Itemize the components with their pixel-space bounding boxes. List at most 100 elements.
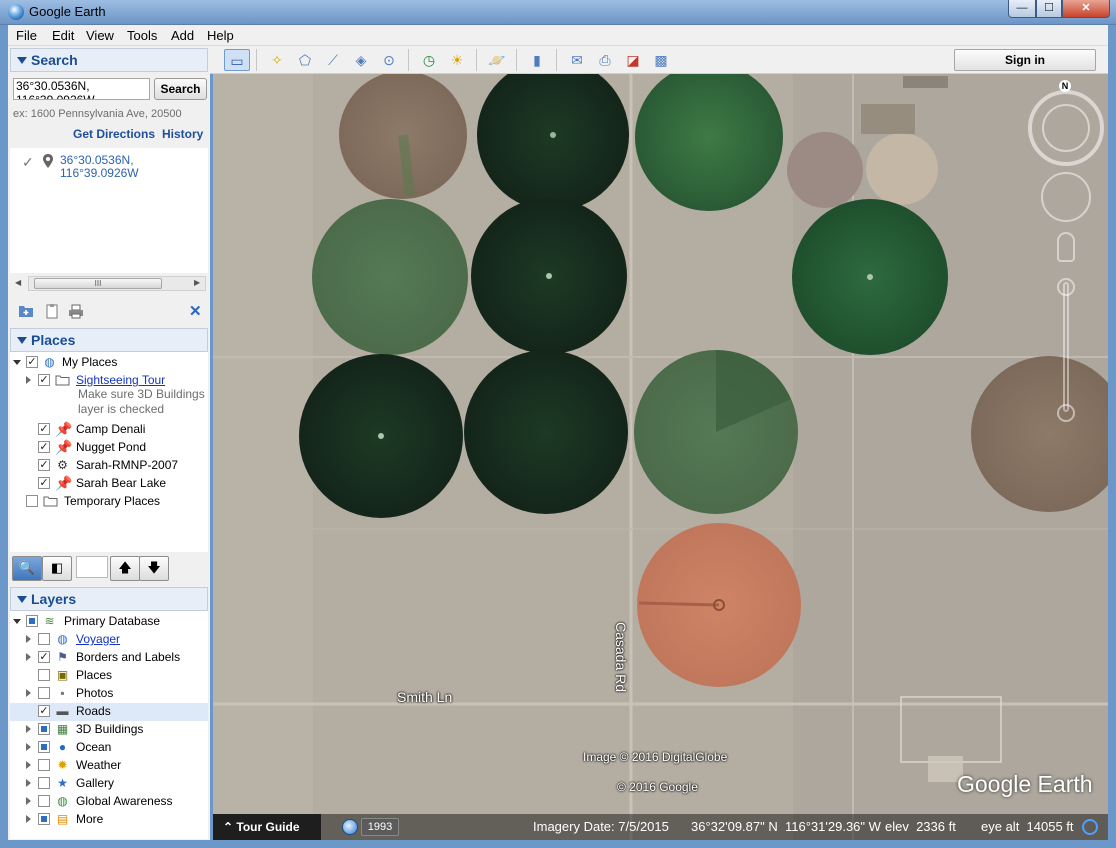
sightseeing-checkbox[interactable]: ✓ [38, 374, 50, 386]
history-link[interactable]: History [162, 127, 203, 141]
layer-item-primary-database[interactable]: ≋ Primary Database [10, 613, 208, 631]
move-joystick[interactable] [1041, 172, 1091, 222]
layer-item-borders[interactable]: ✓ ⚑ Borders and Labels [10, 649, 208, 667]
clear-search-close-icon[interactable]: ✕ [189, 302, 202, 320]
layer-item-more[interactable]: ▤ More [10, 811, 208, 829]
scroll-right-arrow-icon[interactable]: ▶ [194, 278, 200, 287]
layer-item-photos[interactable]: ▪ Photos [10, 685, 208, 703]
menu-view[interactable]: View [86, 28, 114, 43]
historical-imagery-clock-icon[interactable] [342, 819, 358, 835]
expand-arrow-icon[interactable] [26, 689, 31, 697]
sign-in-button[interactable]: Sign in [954, 49, 1096, 71]
expand-arrow-icon[interactable] [26, 797, 31, 805]
expand-arrow-icon[interactable] [26, 653, 31, 661]
layer-item-gallery[interactable]: ★ Gallery [10, 775, 208, 793]
zoom-slider[interactable] [1063, 282, 1069, 412]
more-checkbox[interactable] [38, 813, 50, 825]
results-horizontal-scrollbar[interactable]: ◀ III ▶ [15, 276, 206, 291]
layer-item-roads[interactable]: ✓ ▬ Roads [10, 703, 208, 721]
voyager-checkbox[interactable] [38, 633, 50, 645]
scrollbar-thumb[interactable]: III [34, 278, 162, 289]
gallery-checkbox[interactable] [38, 777, 50, 789]
move-down-button[interactable]: 🡇 [139, 556, 169, 581]
expand-arrow-icon[interactable] [26, 761, 31, 769]
global-awareness-checkbox[interactable] [38, 795, 50, 807]
places-layer-checkbox[interactable] [38, 669, 50, 681]
print-icon[interactable] [68, 303, 84, 319]
tree-item-nugget-pond[interactable]: ✓ 📌 Nugget Pond [10, 439, 208, 457]
copy-clipboard-icon[interactable] [44, 303, 60, 319]
move-up-button[interactable]: 🡅 [110, 556, 140, 581]
look-joystick[interactable] [1042, 104, 1090, 152]
my-places-checkbox[interactable]: ✓ [26, 356, 38, 368]
hide-sidebar-button[interactable]: ▭ [224, 49, 250, 71]
tour-guide-button[interactable]: ⌃ Tour Guide [213, 814, 321, 840]
places-panel-header[interactable]: Places [10, 328, 208, 352]
historical-imagery-button[interactable]: ◷ [416, 49, 442, 71]
menu-help[interactable]: Help [207, 28, 234, 43]
view-in-maps-button[interactable]: ◪ [620, 49, 646, 71]
search-result-link[interactable]: 36°30.0536N, 116°39.0926W [60, 154, 139, 180]
zoom-in-icon[interactable] [1057, 278, 1075, 296]
sarah-bear-lake-checkbox[interactable]: ✓ [38, 477, 50, 489]
roads-checkbox[interactable]: ✓ [38, 705, 50, 717]
search-panel-header[interactable]: Search [10, 48, 208, 72]
layer-item-weather[interactable]: ✹ Weather [10, 757, 208, 775]
close-window-button[interactable]: ✕ [1062, 0, 1110, 18]
menu-edit[interactable]: Edit [52, 28, 74, 43]
satellite-imagery[interactable] [213, 74, 1108, 840]
get-directions-link[interactable]: Get Directions [73, 127, 155, 141]
weather-checkbox[interactable] [38, 759, 50, 771]
nugget-pond-checkbox[interactable]: ✓ [38, 441, 50, 453]
maximize-button[interactable]: ☐ [1036, 0, 1062, 18]
sarah-rmnp-checkbox[interactable]: ✓ [38, 459, 50, 471]
layers-panel-header[interactable]: Layers [10, 587, 208, 611]
expand-arrow-icon[interactable] [26, 779, 31, 787]
layer-item-global-awareness[interactable]: ◍ Global Awareness [10, 793, 208, 811]
add-image-overlay-button[interactable]: ◈ [348, 49, 374, 71]
toggle-panel-button[interactable]: ◧ [42, 556, 72, 581]
photos-checkbox[interactable] [38, 687, 50, 699]
add-polygon-button[interactable]: ⬠ [292, 49, 318, 71]
earth-map-view[interactable]: Smith Ln Casada Rd Image © 2016 DigitalG… [213, 74, 1108, 840]
layer-item-label[interactable]: Voyager [76, 632, 120, 646]
imagery-year-badge[interactable]: 1993 [361, 818, 399, 836]
menu-tools[interactable]: Tools [127, 28, 157, 43]
search-places-button[interactable]: 🔍 [12, 556, 42, 581]
expand-arrow-icon[interactable] [26, 725, 31, 733]
add-placemark-button[interactable]: ✧ [264, 49, 290, 71]
add-folder-icon[interactable] [18, 303, 34, 319]
planets-button[interactable]: 🪐 [484, 49, 510, 71]
tree-item-sarah-bear-lake[interactable]: ✓ 📌 Sarah Bear Lake [10, 475, 208, 493]
3d-buildings-checkbox[interactable] [38, 723, 50, 735]
expand-arrow-icon[interactable] [26, 376, 31, 384]
primary-database-checkbox[interactable] [26, 615, 38, 627]
layer-item-ocean[interactable]: ● Ocean [10, 739, 208, 757]
menu-file[interactable]: File [16, 28, 37, 43]
tree-item-label[interactable]: Sightseeing Tour [76, 373, 165, 387]
expand-arrow-icon[interactable] [26, 635, 31, 643]
minimize-button[interactable]: — [1008, 0, 1036, 18]
tree-item-temporary-places[interactable]: Temporary Places [10, 493, 208, 511]
add-path-button[interactable]: ⟋ [320, 49, 346, 71]
tree-item-camp-denali[interactable]: ✓ 📌 Camp Denali [10, 421, 208, 439]
email-button[interactable]: ✉ [564, 49, 590, 71]
sunlight-button[interactable]: ☀ [444, 49, 470, 71]
expand-arrow-icon[interactable] [13, 360, 21, 365]
camp-denali-checkbox[interactable]: ✓ [38, 423, 50, 435]
ocean-checkbox[interactable] [38, 741, 50, 753]
save-image-button[interactable]: ▩ [648, 49, 674, 71]
ruler-button[interactable]: ▮ [524, 49, 550, 71]
temporary-places-checkbox[interactable] [26, 495, 38, 507]
borders-checkbox[interactable]: ✓ [38, 651, 50, 663]
menu-add[interactable]: Add [171, 28, 194, 43]
tree-item-my-places[interactable]: ✓ ◍ My Places [10, 354, 208, 372]
expand-arrow-icon[interactable] [26, 815, 31, 823]
expand-arrow-icon[interactable] [26, 743, 31, 751]
print-button[interactable]: ⎙ [592, 49, 618, 71]
search-button[interactable]: Search [154, 78, 207, 100]
tree-item-sarah-rmnp[interactable]: ✓ ⚙ Sarah-RMNP-2007 [10, 457, 208, 475]
street-view-pegman-icon[interactable] [1057, 232, 1075, 262]
layer-item-voyager[interactable]: ◍ Voyager [10, 631, 208, 649]
zoom-out-icon[interactable] [1057, 404, 1075, 422]
